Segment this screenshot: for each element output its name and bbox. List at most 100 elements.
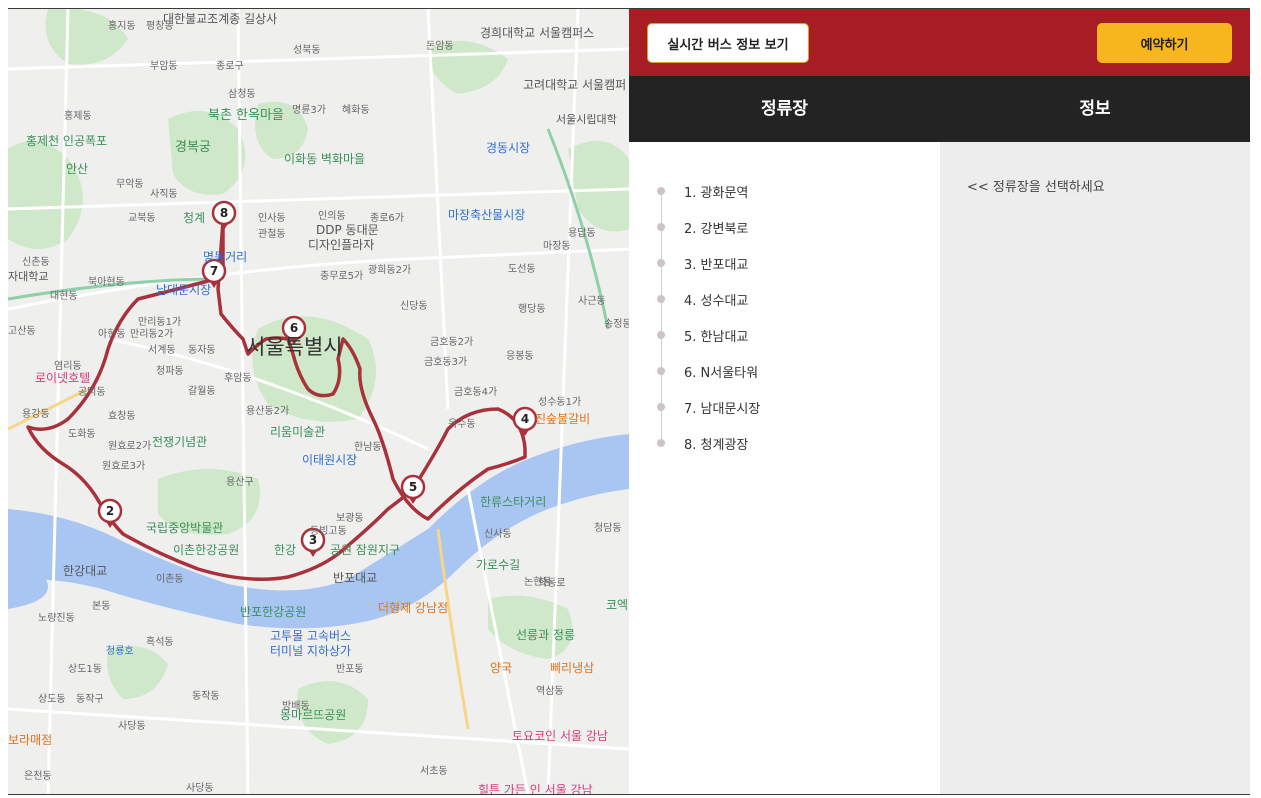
map-place-label: 동빙고동 xyxy=(310,525,347,537)
map-place-label: 청룡호 xyxy=(106,645,134,657)
map-place-label: 염리동 xyxy=(54,360,82,372)
map-place-label: 부암동 xyxy=(150,60,178,72)
map-place-label: 서계동 xyxy=(148,344,176,356)
map-place-label: 동작구 xyxy=(76,693,104,705)
map-place-label: 힐튼 가든 인 서울 강남 xyxy=(478,783,593,794)
stop-label: 7. 남대문시장 xyxy=(684,401,761,417)
realtime-bus-info-button[interactable]: 실시간 버스 정보 보기 xyxy=(647,23,809,63)
map-place-label: 토요코인 서울 강남 xyxy=(512,729,608,743)
stop-dot-icon xyxy=(657,367,665,375)
stop-item[interactable]: 6. N서울타워 xyxy=(657,353,760,389)
map-place-label: 무악동 xyxy=(116,178,144,190)
map-place-label: 청담동 xyxy=(594,522,622,534)
map-place-label: 가로수길 xyxy=(476,558,520,572)
map-place-label: 사직동 xyxy=(150,188,178,200)
map-place-label: 북촌 한옥마을 xyxy=(208,108,284,123)
map-place-label: 행당동 xyxy=(518,303,546,315)
map-place-label: 금호동4가 xyxy=(454,386,497,398)
map-place-label: 고산동 xyxy=(8,325,36,337)
map-place-label: 본동 xyxy=(92,600,110,612)
stop-label: 4. 성수대교 xyxy=(684,293,749,309)
route-pin-number: 4 xyxy=(521,412,529,426)
column-header-info: 정보 xyxy=(1079,99,1111,119)
map-place-label: 평창동 xyxy=(146,20,174,32)
stop-label: 1. 광화문역 xyxy=(684,185,749,201)
map-place-label: 후암동 xyxy=(224,372,252,384)
map-place-label: DDP 동대문 xyxy=(316,223,379,237)
map-place-label: 종로6가 xyxy=(370,212,404,224)
map-place-label: 인사동 xyxy=(258,212,286,224)
map-place-label: 홍지동 xyxy=(108,19,136,32)
panel-topbar: 실시간 버스 정보 보기 예약하기 xyxy=(629,9,1250,76)
map-place-label: 명동거리 xyxy=(203,250,247,264)
map-place-label: 코엑 xyxy=(606,598,628,612)
info-panel: 실시간 버스 정보 보기 예약하기 정류장 정보 1. 광화문역 2. 강변북로 3… xyxy=(629,9,1250,794)
map-place-label: 삼청동 xyxy=(228,88,256,100)
map-place-label: 송정동 xyxy=(604,318,629,330)
map-place-label: 학동로 xyxy=(538,577,566,589)
map-place-label: 인의동 xyxy=(318,210,346,222)
stop-dot-icon xyxy=(657,331,665,339)
stop-dot-icon xyxy=(657,223,665,231)
map-place-label: 관철동 xyxy=(258,228,286,240)
map-place-label: 종로구 xyxy=(216,60,244,72)
stop-dot-icon xyxy=(657,259,665,267)
map-place-label: 한남동 xyxy=(354,441,382,453)
map-place-label: 충무로5가 xyxy=(320,270,363,282)
city-label: 서울특별시 xyxy=(246,335,343,359)
map-place-label: 반포동 xyxy=(336,663,364,675)
map-place-label: 전쟁기념관 xyxy=(152,435,207,449)
map-place-label: 원효로2가 xyxy=(108,440,151,452)
route-map[interactable]: 2345678 대한불교조계종 길상사 경희대학교 서울캠퍼스 고려대학교 서울캠퍼… xyxy=(8,9,629,794)
map-place-label: 선릉과 정릉 xyxy=(516,628,575,642)
map-place-label: 광희동2가 xyxy=(368,264,411,276)
route-pin-number: 2 xyxy=(106,504,114,518)
stop-dot-icon xyxy=(657,403,665,411)
map-place-label: 디자인플라자 xyxy=(308,238,374,252)
page-frame: 2345678 대한불교조계종 길상사 경희대학교 서울캠퍼스 고려대학교 서울캠퍼… xyxy=(8,8,1250,795)
map-place-label: 공덕동 xyxy=(78,386,106,398)
map-place-label: 상도1동 xyxy=(68,663,102,675)
stop-label: 3. 반포대교 xyxy=(684,257,749,273)
map-place-label: 서울시립대학 xyxy=(556,113,617,126)
map-place-label: 리움미술관 xyxy=(270,425,325,439)
map-place-label: 역삼동 xyxy=(536,685,564,697)
map-place-label: 용산동2가 xyxy=(246,405,289,417)
stop-item[interactable]: 5. 한남대교 xyxy=(657,317,760,353)
stop-item[interactable]: 8. 청계광장 xyxy=(657,425,760,461)
map-place-label: 신사동 xyxy=(484,528,512,540)
map-place-label: 방배동 xyxy=(282,700,310,712)
map-place-label: 한강 xyxy=(274,543,296,557)
map-place-label: 흑석동 xyxy=(146,635,174,648)
stop-item[interactable]: 7. 남대문시장 xyxy=(657,389,760,425)
route-pin-number: 8 xyxy=(220,206,228,220)
map-place-label: 반포한강공원 xyxy=(240,605,306,619)
map-place-label: 터미널 지하상가 xyxy=(270,644,351,658)
map-place-label: 용강동 xyxy=(22,408,50,420)
stop-item[interactable]: 1. 광화문역 xyxy=(657,173,760,209)
route-pin-number: 5 xyxy=(409,480,417,494)
map-place-label: 사당동 xyxy=(118,720,146,732)
reserve-button[interactable]: 예약하기 xyxy=(1097,23,1232,63)
info-column: << 정류장을 선택하세요 xyxy=(940,142,1250,794)
map-place-label: 갈월동 xyxy=(188,384,216,397)
map-place-label: 자대학교 xyxy=(8,270,48,283)
map-place-label: 옥수동 xyxy=(448,418,476,430)
stop-item[interactable]: 2. 강변북로 xyxy=(657,209,760,245)
stop-dot-icon xyxy=(657,295,665,303)
stop-item[interactable]: 4. 성수대교 xyxy=(657,281,760,317)
map-place-label: 사근동 xyxy=(578,295,606,307)
map-place-label: 고투몰 고속버스 xyxy=(270,629,351,643)
map-place-label: 도화동 xyxy=(68,428,96,440)
map-place-label: 이화동 벽화마을 xyxy=(284,152,365,166)
map-place-label: 경동시장 xyxy=(486,141,530,155)
map-place-label: 한강대교 xyxy=(63,564,107,578)
map-place-label: 마장축산물시장 xyxy=(448,208,525,222)
map-place-label: 삐리냉삼 xyxy=(550,661,594,675)
map-place-label: 노량진동 xyxy=(38,612,75,624)
map-canvas[interactable]: 2345678 대한불교조계종 길상사경희대학교 서울캠퍼스고려대학교 서울캠퍼… xyxy=(8,9,629,794)
stop-item[interactable]: 3. 반포대교 xyxy=(657,245,760,281)
map-place-label: 경희대학교 서울캠퍼스 xyxy=(480,26,594,40)
stop-list: 1. 광화문역 2. 강변북로 3. 반포대교 4. 성수대교 5. 한남대교 6. N서… xyxy=(657,173,760,461)
map-place-label: 금호동3가 xyxy=(424,356,467,368)
